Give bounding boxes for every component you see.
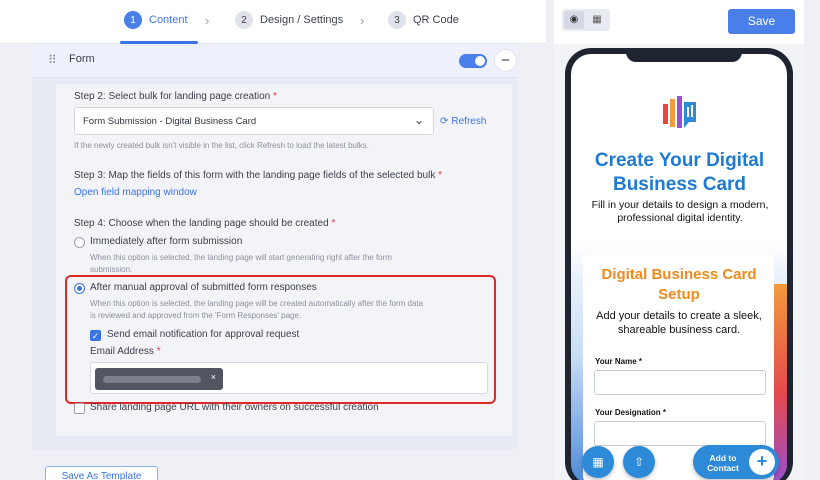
step-label: Design / Settings: [260, 14, 344, 26]
refresh-label: Refresh: [451, 116, 487, 127]
step-number: 1: [124, 11, 142, 29]
eye-icon[interactable]: ◉: [564, 11, 584, 29]
qr-scan-button[interactable]: ▦: [582, 446, 614, 478]
step4-label: Step 4: Choose when the landing page sho…: [74, 218, 335, 229]
minus-icon: −: [501, 52, 510, 69]
share-button[interactable]: ⇧: [623, 446, 655, 478]
collapse-button[interactable]: −: [494, 49, 517, 72]
step2-hint: If the newly created bulk isn't visible …: [74, 141, 369, 150]
chevron-right-icon: ›: [205, 13, 210, 28]
qr-icon[interactable]: ▦: [587, 11, 607, 29]
brand-logo-icon: [663, 96, 696, 128]
required-mark: *: [331, 218, 336, 229]
form-enabled-toggle[interactable]: [459, 54, 487, 68]
option-immediate-hint-1: When this option is selected, the landin…: [90, 253, 392, 262]
chevron-right-icon: ›: [360, 13, 365, 28]
required-mark: *: [438, 170, 443, 181]
upload-icon: ⇧: [633, 455, 645, 469]
plus-icon: +: [749, 449, 775, 475]
add-to-contact-label: Add to Contact: [707, 453, 739, 473]
share-url-label[interactable]: Share landing page URL with their owners…: [90, 402, 379, 413]
qr-icon: ▦: [592, 455, 604, 469]
preview-subtitle: Fill in your details to design a modern,…: [591, 199, 769, 224]
preview-title: Create Your Digital Business Card: [594, 150, 765, 195]
step-label: QR Code: [413, 14, 459, 26]
refresh-icon: ⟳: [440, 116, 449, 127]
step3-label: Step 3: Map the fields of this form with…: [74, 170, 442, 181]
form-header: ⠿ Form −: [32, 44, 517, 78]
chevron-down-icon: ⌄: [413, 113, 424, 127]
name-field-label: Your Name *: [595, 357, 642, 366]
step-label: Content: [149, 14, 188, 26]
step-qr-code[interactable]: 3 QR Code: [388, 11, 459, 29]
highlight-box: [65, 275, 496, 404]
step2-label: Step 2: Select bulk for landing page cre…: [74, 91, 277, 102]
bulk-select[interactable]: Form Submission - Digital Business Card …: [74, 107, 434, 135]
radio-immediate[interactable]: [74, 237, 85, 248]
step3-label-text: Step 3: Map the fields of this form with…: [74, 170, 436, 181]
share-url-checkbox[interactable]: [74, 403, 85, 414]
required-mark: *: [273, 91, 277, 102]
card-subtitle: Add your details to create a sleek, shar…: [596, 310, 762, 336]
field-mapping-link[interactable]: Open field mapping window: [74, 187, 197, 198]
step2-label-text: Step 2: Select bulk for landing page cre…: [74, 91, 271, 102]
designation-field-input[interactable]: [594, 421, 766, 446]
phone-notch: [626, 50, 742, 62]
card-title: Digital Business Card Setup: [601, 266, 757, 303]
step-number: 2: [235, 11, 253, 29]
save-button[interactable]: Save: [728, 9, 795, 34]
step-content[interactable]: 1 Content: [124, 11, 188, 29]
option-immediate-label[interactable]: Immediately after form submission: [90, 236, 242, 247]
add-to-contact-button[interactable]: Add to Contact +: [693, 445, 779, 479]
designation-field-label: Your Designation *: [595, 408, 666, 417]
form-title: Form: [69, 53, 95, 65]
drag-handle-icon[interactable]: ⠿: [48, 53, 57, 67]
step-number: 3: [388, 11, 406, 29]
bulk-select-value: Form Submission - Digital Business Card: [83, 116, 257, 127]
save-as-template-button[interactable]: Save As Template: [45, 466, 158, 480]
name-field-input[interactable]: [594, 370, 766, 395]
step-design-settings[interactable]: 2 Design / Settings: [235, 11, 343, 29]
stepper: 1 Content › 2 Design / Settings › 3 QR C…: [0, 0, 546, 44]
refresh-link[interactable]: ⟳ Refresh: [440, 116, 486, 127]
step4-label-text: Step 4: Choose when the landing page sho…: [74, 218, 329, 229]
